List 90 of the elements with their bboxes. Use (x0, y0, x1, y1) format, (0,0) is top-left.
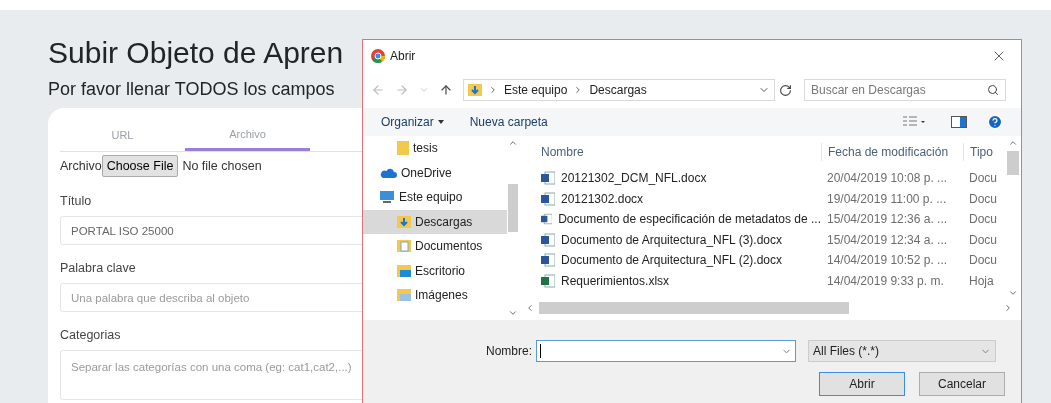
file-label: Archivo (60, 157, 102, 175)
scroll-thumb[interactable] (1007, 151, 1019, 175)
file-type-select[interactable]: All Files (*.*) (808, 340, 996, 362)
file-row[interactable]: Documento de Arquitectura_NFL (3).docx 15/04/2019 12:34 a. ... Docu (523, 229, 1005, 250)
file-type: Docu (968, 170, 997, 188)
file-name: Documento de Arquitectura_NFL (2).docx (561, 252, 782, 270)
file-date: 15/04/2019 12:34 a. ... (826, 231, 949, 249)
scroll-up-icon[interactable] (1008, 138, 1018, 148)
history-dropdown-icon[interactable] (419, 85, 429, 95)
filename-field[interactable] (536, 340, 796, 362)
forward-icon[interactable] (395, 83, 409, 97)
caret-icon (437, 120, 444, 124)
choose-file-button[interactable]: Choose File (101, 155, 179, 177)
field-label: Título (60, 193, 93, 210)
scroll-up-icon[interactable] (508, 138, 518, 148)
file-type: Hoja (968, 272, 994, 290)
nav-item[interactable]: Descargas (363, 209, 507, 234)
file-date: 20/04/2019 10:08 p. ... (826, 170, 949, 188)
page-title: Subir Objeto de Apren (48, 35, 344, 71)
cancel-button[interactable]: Cancelar (919, 372, 1005, 396)
file-row[interactable]: Documento de especificación de metadatos de ... 15/04/2019 12:36 a. ... Docu (523, 209, 1005, 230)
file-row[interactable]: 20121302.docx 19/04/2019 11:00 p. ... Docu (523, 188, 1005, 209)
file-name: Documento de especificación de metadatos de ... (558, 211, 821, 229)
picture-folder-icon (397, 288, 411, 303)
file-row[interactable]: Requerimientos.xlsx 14/04/2019 9:33 p. m. Hoja (523, 270, 1005, 291)
word-document-icon (541, 171, 555, 186)
scroll-right-icon[interactable] (1003, 303, 1013, 313)
view-options-icon[interactable] (903, 116, 925, 128)
search-icon (987, 84, 999, 96)
file-row[interactable]: 20121302_DCM_NFL.docx 20/04/2019 10:08 p. ... Docu (523, 168, 1005, 189)
field-label: Categorias (60, 327, 122, 344)
file-type: Docu (968, 252, 997, 270)
back-icon[interactable] (371, 83, 385, 97)
organize-menu[interactable]: Organizar (381, 113, 444, 131)
page-subtitle: Por favor llenar TODOS los campos (48, 78, 335, 101)
nav-item[interactable]: Escritorio (363, 258, 507, 283)
nav-item[interactable]: OneDrive (363, 160, 507, 185)
file-status: No file chosen (182, 157, 262, 175)
spreadsheet-icon (541, 273, 555, 288)
field-label: Palabra clave (60, 260, 137, 277)
file-type: Docu (968, 231, 997, 249)
browser-logo-icon (371, 49, 385, 63)
scroll-left-icon[interactable] (525, 303, 535, 313)
document-folder-icon (397, 239, 411, 254)
word-document-icon (541, 191, 555, 206)
search-field[interactable]: Buscar en Descargas (804, 79, 1006, 101)
scroll-down-icon[interactable] (508, 308, 518, 318)
file-name: 20121302.docx (561, 190, 644, 208)
refresh-icon[interactable] (779, 83, 792, 97)
preview-pane-icon[interactable] (951, 116, 967, 128)
nav-item[interactable]: Imágenes (363, 283, 507, 308)
nav-item[interactable]: Este equipo (363, 185, 507, 210)
search-input[interactable]: Buscar en Descargas (811, 81, 987, 99)
file-date: 14/04/2019 9:33 p. m. (826, 272, 945, 290)
dialog-title: Abrir (390, 48, 416, 65)
file-name: Requerimientos.xlsx (561, 272, 670, 290)
file-name: Documento de Arquitectura_NFL (3).docx (561, 231, 782, 249)
column-header[interactable]: Nombre (523, 143, 821, 161)
desktop-folder-icon (397, 263, 411, 278)
breadcrumb-separator-icon (488, 85, 498, 95)
up-icon[interactable] (439, 83, 453, 97)
file-date: 14/04/2019 10:52 p. ... (826, 252, 949, 270)
file-name: 20121302_DCM_NFL.docx (561, 170, 707, 188)
word-document-icon (541, 232, 555, 247)
filename-label: Nombre: (486, 343, 532, 360)
file-type: Docu (968, 190, 997, 208)
help-icon[interactable] (987, 114, 1003, 130)
scroll-down-icon[interactable] (1008, 288, 1018, 298)
download-folder-icon (397, 214, 411, 229)
new-folder-button[interactable]: Nueva carpeta (469, 113, 548, 131)
file-date: 19/04/2019 11:00 p. ... (826, 190, 948, 208)
nav-item[interactable]: tesis (363, 136, 507, 161)
scroll-thumb[interactable] (539, 302, 849, 314)
nav-item[interactable]: Documentos (363, 234, 507, 259)
open-button[interactable]: Abrir (819, 372, 905, 396)
folder-icon (397, 141, 409, 156)
file-type: Docu (968, 211, 997, 229)
scroll-thumb[interactable] (508, 184, 518, 232)
cloud-icon (379, 166, 397, 179)
word-document-icon (541, 253, 555, 268)
computer-icon (379, 190, 395, 205)
file-row[interactable]: Documento de Arquitectura_NFL (2).docx 14/04/2019 10:52 p. ... Docu (523, 250, 1005, 271)
breadcrumb-item[interactable]: Descargas (589, 81, 647, 99)
file-date: 15/04/2019 12:36 a. ... (826, 211, 949, 229)
address-bar[interactable]: Este equipo Descargas (463, 79, 775, 101)
download-folder-icon (468, 83, 482, 97)
column-header[interactable]: Tipo (963, 143, 993, 161)
breadcrumb-item[interactable]: Este equipo (504, 81, 568, 99)
word-document-icon (541, 212, 553, 227)
column-header[interactable]: Fecha de modificación (821, 143, 963, 161)
